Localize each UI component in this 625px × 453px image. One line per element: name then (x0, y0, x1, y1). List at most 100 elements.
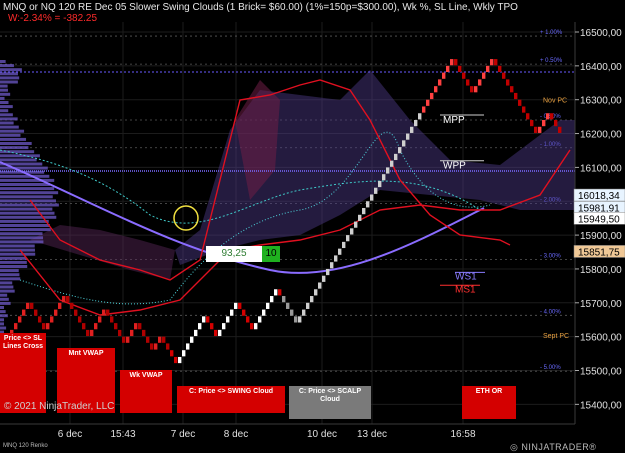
renko-brick-up (378, 180, 382, 188)
price-marker-label: 15851,75 (578, 247, 620, 258)
renko-brick-down (246, 316, 250, 323)
renko-brick-down (558, 126, 562, 133)
y-tick-label: 15500,00 (580, 367, 622, 378)
tpo-bar (0, 203, 59, 207)
renko-brick-down (150, 343, 154, 350)
wk-vwap-button[interactable]: Wk VWAP (120, 370, 172, 413)
eth-or-button[interactable]: ETH OR (462, 386, 516, 419)
renko-brick-down (114, 323, 118, 330)
renko-brick-down (242, 309, 246, 316)
renko-brick-up (478, 79, 482, 86)
renko-brick-up (402, 140, 406, 147)
tpo-bar (0, 219, 49, 223)
callout-count: 10 (262, 246, 280, 262)
scalp-cloud-button[interactable]: C: Price <> SCALP Cloud (289, 386, 371, 419)
tpo-bar (0, 285, 14, 289)
renko-brick-down (122, 336, 126, 343)
tpo-bar (0, 326, 7, 330)
renko-brick-down (30, 302, 34, 309)
renko-brick-up (230, 309, 234, 316)
tpo-bar (0, 265, 28, 268)
callout-value: 93,25 (206, 246, 262, 262)
tpo-bar (0, 113, 13, 117)
tpo-bar (0, 191, 59, 195)
tpo-bar (0, 142, 32, 145)
renko-brick-up (194, 329, 198, 337)
renko-brick-down (70, 302, 74, 309)
renko-brick-up (418, 113, 422, 120)
y-tick-label: 15400,00 (580, 400, 622, 411)
tpo-bar (0, 289, 15, 293)
level-label: WPP (443, 161, 466, 172)
pct-level-label: - 3.00% (540, 253, 561, 259)
renko-brick-down (78, 316, 82, 323)
tpo-bar (0, 277, 21, 281)
renko-brick-down (278, 289, 282, 296)
renko-brick-down (518, 99, 522, 106)
renko-brick-down (282, 296, 286, 303)
renko-brick-up (490, 59, 494, 66)
renko-brick-up (410, 126, 414, 133)
renko-brick-up (442, 72, 446, 79)
swing-cloud-button[interactable]: C: Price <> SWING Cloud (177, 386, 285, 413)
y-tick-label: 16300,00 (580, 96, 622, 107)
y-tick-label: 16100,00 (580, 163, 622, 174)
renko-brick-up (482, 72, 486, 79)
renko-brick-up (26, 302, 30, 309)
tpo-bar (0, 121, 14, 125)
renko-brick-down (142, 329, 146, 337)
renko-brick-down (34, 309, 38, 316)
weekly-change: W:-2.34% = -382.25 (8, 13, 98, 24)
tpo-bar (0, 174, 50, 178)
ninjatrader-logo: ◎ NINJATRADER® (510, 442, 597, 452)
renko-brick-down (514, 92, 518, 100)
renko-brick-down (110, 316, 114, 323)
renko-brick-up (414, 120, 418, 127)
tpo-bar (0, 293, 8, 297)
tpo-bar (0, 76, 20, 80)
y-tick-label: 15600,00 (580, 333, 622, 344)
renko-brick-down (530, 120, 534, 127)
tpo-bar (0, 199, 56, 203)
tpo-bar (0, 207, 53, 211)
x-tick-label: 8 dec (224, 429, 248, 440)
tpo-bar (0, 72, 18, 76)
renko-brick-down (162, 336, 166, 343)
renko-brick-down (106, 309, 110, 316)
renko-brick-up (198, 323, 202, 330)
tpo-bar (0, 260, 27, 264)
tpo-bar (0, 228, 51, 232)
tpo-bar (0, 281, 13, 285)
level-label: MS1 (455, 284, 476, 295)
pct-level-label: - 4.00% (540, 309, 561, 315)
renko-brick-down (214, 329, 218, 337)
tpo-bar (0, 101, 9, 104)
renko-brick-down (454, 59, 458, 66)
tpo-bar (0, 306, 4, 309)
renko-brick-down (118, 329, 122, 337)
renko-brick-down (498, 65, 502, 73)
renko-brick-up (266, 302, 270, 309)
renko-brick-up (326, 268, 330, 276)
renko-brick-up (450, 59, 454, 66)
renko-brick-down (294, 316, 298, 323)
renko-brick-up (486, 65, 490, 73)
tpo-bar (0, 252, 36, 256)
renko-brick-down (42, 323, 46, 330)
tpo-bar (0, 125, 19, 129)
renko-brick-down (510, 86, 514, 93)
renko-brick-up (158, 336, 162, 343)
renko-brick-up (154, 343, 158, 350)
renko-brick-up (374, 187, 378, 194)
renko-brick-up (182, 350, 186, 357)
tpo-bar (0, 183, 50, 186)
tpo-bar (0, 215, 57, 219)
x-tick-label: 15:43 (110, 429, 135, 440)
y-tick-label: 15700,00 (580, 299, 622, 310)
tpo-bar (0, 232, 43, 236)
renko-brick-up (350, 228, 354, 235)
y-tick-label: 16500,00 (580, 28, 622, 39)
renko-brick-up (222, 323, 226, 330)
tpo-bar (0, 105, 13, 109)
renko-brick-up (94, 323, 98, 330)
